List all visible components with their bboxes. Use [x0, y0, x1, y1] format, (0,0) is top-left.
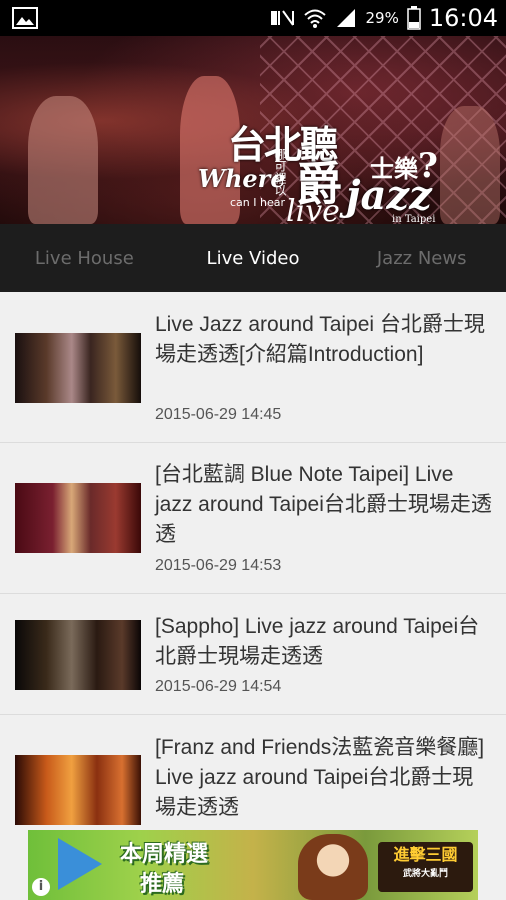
video-thumbnail	[15, 755, 141, 825]
banner-title-small-cn: 哪可裡以	[273, 148, 287, 196]
banner-title-can-i-hear: can I hear	[230, 196, 285, 209]
video-thumbnail	[15, 620, 141, 690]
video-title: [Sappho] Live jazz around Taipei台北爵士現場走透…	[155, 615, 480, 668]
ad-info-icon[interactable]: i	[32, 878, 50, 896]
tab-jazz-news-label: Jazz News	[376, 247, 467, 269]
signal-icon	[337, 9, 356, 27]
video-date: 2015-06-29 14:45	[155, 406, 282, 423]
video-list[interactable]: Live Jazz around Taipei 台北爵士現場走透透[介紹篇Int…	[0, 292, 506, 900]
header-banner: 台北聽 Where 爵 jazz live can I hear in Taip…	[0, 36, 506, 224]
ad-subheadline: 推薦	[140, 872, 185, 897]
video-title: Live Jazz around Taipei 台北爵士現場走透透[介紹篇Int…	[155, 313, 485, 366]
tab-live-house[interactable]: Live House	[0, 224, 169, 292]
list-item[interactable]: [台北藍調 Blue Note Taipei] Live jazz around…	[0, 443, 506, 594]
ad-game-title: 進擊三國	[393, 845, 458, 864]
play-store-icon	[58, 838, 102, 890]
image-icon	[12, 7, 38, 29]
battery-percent: 29%	[365, 9, 399, 27]
ad-headline: 本周精選	[120, 842, 209, 867]
tab-bar: Live House Live Video Jazz News	[0, 224, 506, 292]
status-bar: 29% 16:04	[0, 0, 506, 36]
list-item[interactable]: [Sappho] Live jazz around Taipei台北爵士現場走透…	[0, 594, 506, 715]
video-thumbnail	[15, 483, 141, 553]
banner-title-in-taipei: in Taipei	[392, 214, 436, 224]
video-title: [Franz and Friends法藍瓷音樂餐廳] Live jazz aro…	[155, 736, 485, 819]
banner-title-live: live	[286, 194, 340, 224]
list-item[interactable]: Live Jazz around Taipei 台北爵士現場走透透[介紹篇Int…	[0, 292, 506, 443]
banner-title-cn-right-text: 士樂	[370, 154, 418, 183]
battery-icon	[407, 6, 421, 30]
video-thumbnail	[15, 333, 141, 403]
banner-title-cn-right: 士樂?	[370, 146, 438, 186]
mute-icon	[271, 10, 295, 26]
ad-game-subtitle: 武將大亂鬥	[402, 869, 448, 879]
ad-character-image	[298, 834, 368, 900]
clock: 16:04	[428, 4, 498, 32]
banner-figure-violinist	[28, 96, 98, 224]
tab-live-video-label: Live Video	[206, 247, 300, 269]
video-date: 2015-06-29 14:53	[155, 557, 282, 574]
video-date: 2015-06-29 14:54	[155, 678, 282, 695]
ad-game-logo: 進擊三國 武將大亂鬥	[378, 842, 473, 892]
banner-figure-musician	[440, 106, 500, 224]
banner-title-question: ?	[418, 146, 438, 186]
video-title: [台北藍調 Blue Note Taipei] Live jazz around…	[155, 463, 492, 546]
wifi-icon	[304, 9, 327, 28]
tab-live-video[interactable]: Live Video	[169, 224, 338, 292]
tab-live-house-label: Live House	[34, 247, 134, 269]
ad-banner[interactable]: 本周精選 推薦 i 進擊三國武將大亂鬥	[28, 830, 478, 900]
tab-jazz-news[interactable]: Jazz News	[337, 224, 506, 292]
